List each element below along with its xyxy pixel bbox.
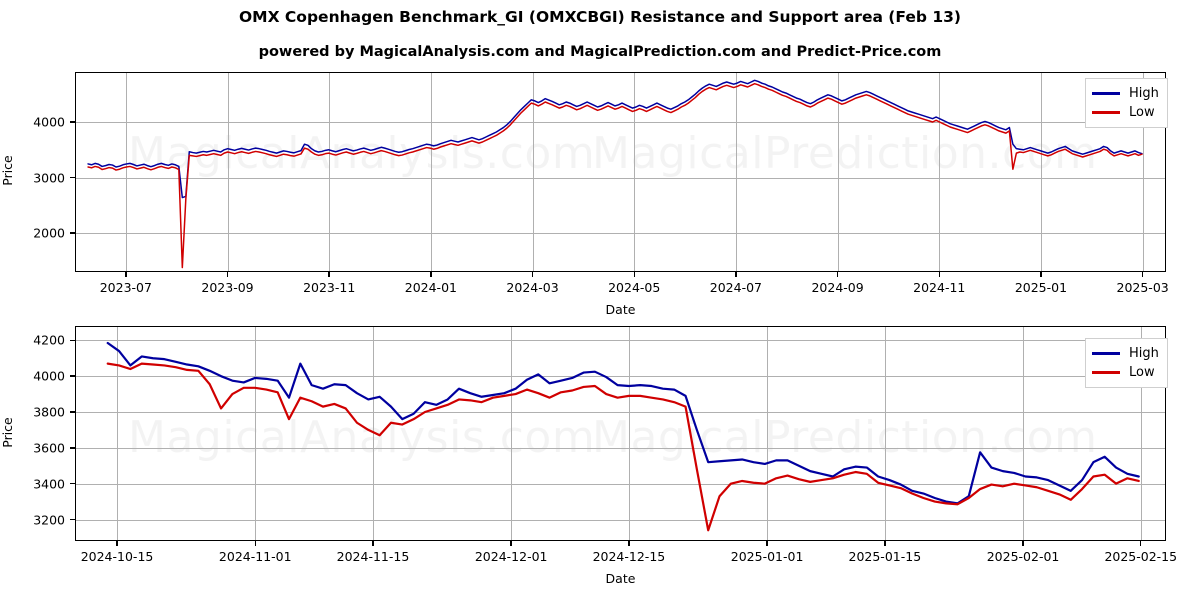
series-line-high: [108, 343, 1139, 503]
series-layer: [0, 0, 1200, 600]
legend-swatch-high: [1092, 352, 1120, 355]
chart-page: OMX Copenhagen Benchmark_GI (OMXCBGI) Re…: [0, 0, 1200, 600]
legend-swatch-low: [1092, 371, 1120, 374]
legend-item-low: Low: [1092, 363, 1159, 382]
series-line-low: [108, 364, 1139, 531]
legend-bottom: High Low: [1085, 338, 1168, 388]
legend-item-high: High: [1092, 344, 1159, 363]
legend-label-low: Low: [1129, 366, 1155, 379]
legend-label-high: High: [1129, 347, 1159, 360]
